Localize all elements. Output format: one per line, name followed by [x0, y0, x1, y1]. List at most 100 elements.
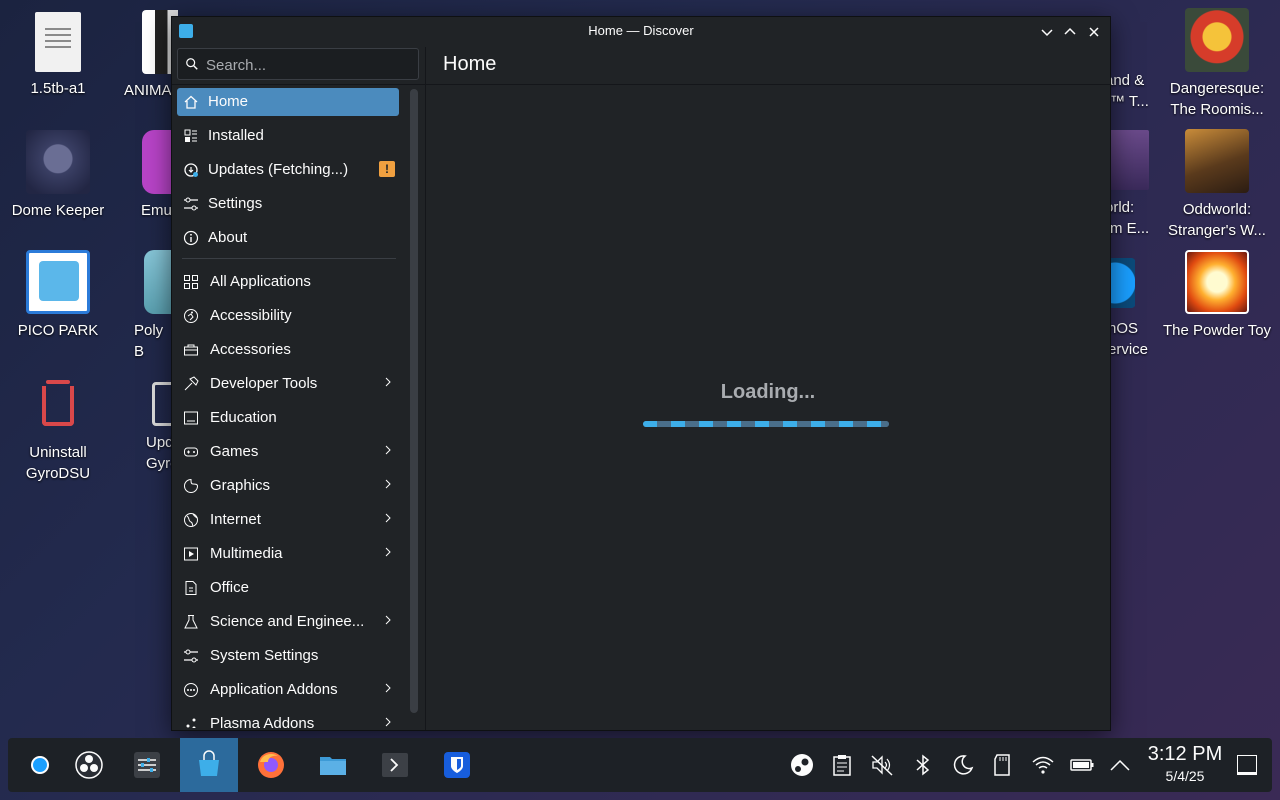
obs-icon: [75, 751, 103, 779]
sidebar-item-about[interactable]: About: [177, 224, 399, 252]
firefox-icon: [258, 752, 284, 778]
night-light-icon[interactable]: [951, 753, 975, 777]
pico-park-icon: [26, 250, 90, 314]
hammer-icon: [184, 376, 199, 391]
sidebar-section-divider: [182, 258, 396, 259]
search-icon: [186, 58, 198, 70]
category-developer-tools[interactable]: Developer Tools: [177, 370, 399, 398]
taskbar-app-terminal[interactable]: [366, 738, 424, 792]
desktop-icon-pico-park[interactable]: PICO PARK: [3, 250, 113, 341]
category-office[interactable]: Office: [177, 574, 399, 602]
dangeresque-icon: [1185, 8, 1249, 72]
palette-icon: [184, 478, 199, 493]
category-science-engineering[interactable]: Science and Enginee...: [177, 608, 399, 636]
battery-icon[interactable]: [1070, 753, 1094, 777]
close-button[interactable]: [1084, 22, 1104, 42]
desktop-icon-partial-1[interactable]: and & r™ T...: [1105, 70, 1155, 112]
files-icon: [320, 757, 346, 775]
steam-icon[interactable]: [790, 753, 814, 777]
sidebar-item-installed[interactable]: Installed: [177, 122, 399, 150]
sidebar-header-divider: [172, 84, 425, 85]
clock-time[interactable]: 3:12 PM: [1145, 743, 1225, 766]
taskbar-app-mixer[interactable]: [118, 738, 176, 792]
chevron-right-icon: [385, 513, 391, 523]
desktop-icon-partial-3[interactable]: nOS ervice: [1108, 318, 1158, 360]
emulator-icon: [142, 130, 172, 194]
progress-fill: [643, 421, 889, 427]
mixer-icon: [134, 752, 160, 778]
desktop-icon-oddworld-stranger[interactable]: Oddworld: Stranger's W...: [1162, 129, 1272, 241]
chevron-right-icon: [385, 445, 391, 455]
sidebar-item-settings[interactable]: Settings: [177, 190, 399, 218]
desktop-icon-anima[interactable]: ANIMA: [118, 10, 178, 101]
installed-icon: [184, 129, 197, 142]
maximize-button[interactable]: [1060, 22, 1080, 42]
bitwarden-icon: [444, 752, 470, 778]
terminal-icon: [382, 753, 408, 777]
expand-tray-icon[interactable]: [1108, 753, 1132, 777]
multimedia-icon: [184, 547, 198, 561]
clock-date[interactable]: 5/4/25: [1145, 768, 1225, 784]
sidebar-scrollbar-thumb[interactable]: [410, 89, 418, 713]
desktop-icon-dome-keeper[interactable]: Dome Keeper: [3, 130, 113, 221]
settings-icon: [184, 197, 198, 211]
desktop-icon-emu[interactable]: Emu: [130, 130, 172, 221]
desktop-icon-partial-2[interactable]: orld: rm E...: [1105, 197, 1155, 239]
desktop-icon-dangeresque[interactable]: Dangeresque: The Roomis...: [1162, 8, 1272, 120]
wifi-icon[interactable]: [1031, 753, 1055, 777]
taskbar-app-obs[interactable]: [60, 738, 118, 792]
taskbar-app-files[interactable]: [304, 738, 362, 792]
chevron-right-icon: [385, 377, 391, 387]
category-application-addons[interactable]: Application Addons: [177, 676, 399, 704]
plasma-icon: [186, 718, 196, 728]
category-accessories[interactable]: Accessories: [177, 336, 399, 364]
minimize-button[interactable]: [1037, 22, 1057, 42]
chevron-right-icon: [385, 547, 391, 557]
volume-muted-icon[interactable]: [870, 753, 894, 777]
category-internet[interactable]: Internet: [177, 506, 399, 534]
window-title: Home — Discover: [588, 23, 694, 38]
sd-card-icon[interactable]: [991, 753, 1015, 777]
globe-icon: [184, 513, 198, 527]
sidebar-item-home[interactable]: Home: [177, 88, 399, 116]
powder-toy-icon: [1185, 250, 1249, 314]
desktop-icon-file[interactable]: 1.5tb-a1: [3, 10, 113, 99]
category-education[interactable]: Education: [177, 404, 399, 432]
desktop-icon-uninstall-gyrodsu[interactable]: Uninstall GyroDSU: [3, 372, 113, 484]
taskbar-app-firefox[interactable]: [242, 738, 300, 792]
search-input[interactable]: [204, 53, 413, 77]
grid-icon: [184, 275, 198, 289]
taskbar-app-discover[interactable]: [180, 738, 238, 792]
desktop-icon-poly[interactable]: Poly B: [130, 250, 172, 362]
category-plasma-addons[interactable]: Plasma Addons: [177, 710, 399, 728]
desktop-icon-update-gyro[interactable]: Upd Gyro: [138, 372, 172, 474]
taskbar-app-bitwarden[interactable]: [428, 738, 486, 792]
clipboard-icon[interactable]: [830, 753, 854, 777]
category-multimedia[interactable]: Multimedia: [177, 540, 399, 568]
category-games[interactable]: Games: [177, 438, 399, 466]
desktop-icon-powder-toy[interactable]: The Powder Toy: [1162, 250, 1272, 341]
chevron-up-icon: [1064, 27, 1076, 35]
category-accessibility[interactable]: Accessibility: [177, 302, 399, 330]
chevron-down-icon: [1041, 29, 1053, 37]
category-system-settings[interactable]: System Settings: [177, 642, 399, 670]
title-bar[interactable]: Home — Discover: [172, 17, 1110, 47]
gamepad-icon: [184, 447, 198, 457]
taskbar: 3:12 PM 5/4/25: [8, 738, 1272, 792]
document-icon: [185, 581, 197, 595]
desktop-icon-partial-2-image: [1109, 130, 1149, 190]
loading-label: Loading...: [720, 381, 816, 403]
update-arrow-icon: [152, 382, 172, 426]
search-field[interactable]: [177, 48, 419, 80]
sidebar-item-updates[interactable]: Updates (Fetching...) !: [177, 156, 399, 184]
bluetooth-icon[interactable]: [911, 753, 935, 777]
chevron-right-icon: [385, 683, 391, 693]
oddworld-stranger-icon: [1185, 129, 1249, 193]
chevron-right-icon: [385, 717, 391, 727]
category-graphics[interactable]: Graphics: [177, 472, 399, 500]
poly-bridge-icon: [144, 250, 172, 314]
category-all-applications[interactable]: All Applications: [177, 268, 399, 296]
show-desktop-button[interactable]: [1237, 755, 1257, 775]
home-icon: [184, 95, 198, 109]
accessibility-icon: [184, 309, 198, 323]
